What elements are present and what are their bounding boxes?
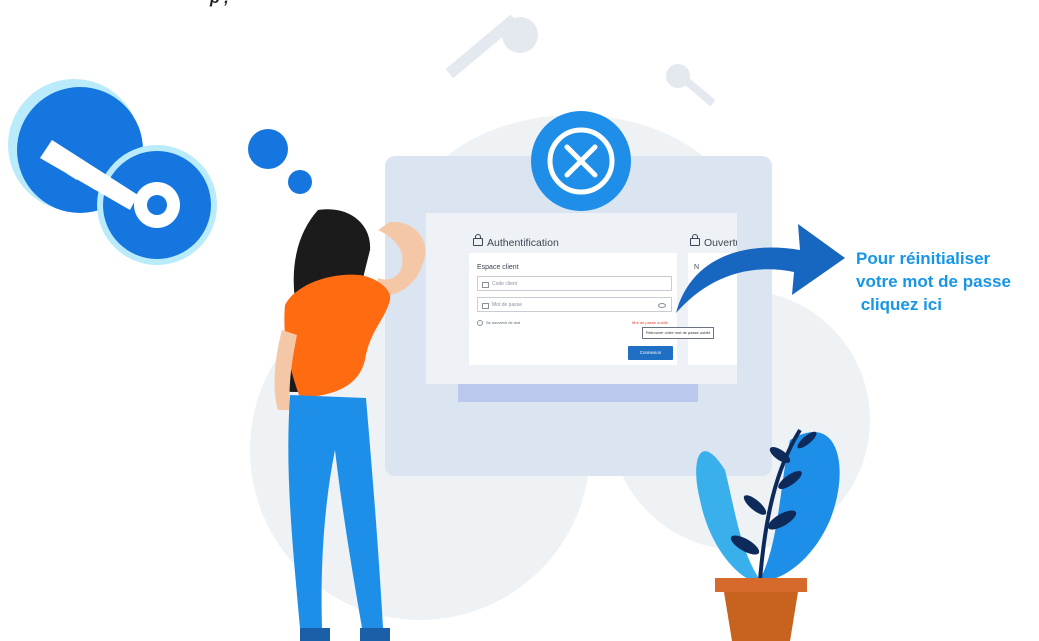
caption-line-1: Pour réinitialiser bbox=[856, 249, 991, 268]
caption-line-3: cliquez ici bbox=[856, 295, 942, 314]
plant-pot-icon bbox=[696, 428, 840, 641]
cropped-heading: p , bbox=[210, 0, 229, 8]
reset-password-caption[interactable]: Pour réinitialiser votre mot de passe cl… bbox=[856, 247, 1011, 316]
caption-line-2: votre mot de passe bbox=[856, 272, 1011, 291]
thought-bubble-small bbox=[288, 170, 312, 194]
curved-arrow-icon bbox=[676, 224, 845, 313]
key-bubble-icon bbox=[8, 79, 217, 265]
thought-bubble-large bbox=[248, 129, 288, 169]
error-close-icon bbox=[531, 111, 631, 211]
illustration-foreground bbox=[8, 79, 845, 641]
woman-figure bbox=[274, 209, 426, 641]
